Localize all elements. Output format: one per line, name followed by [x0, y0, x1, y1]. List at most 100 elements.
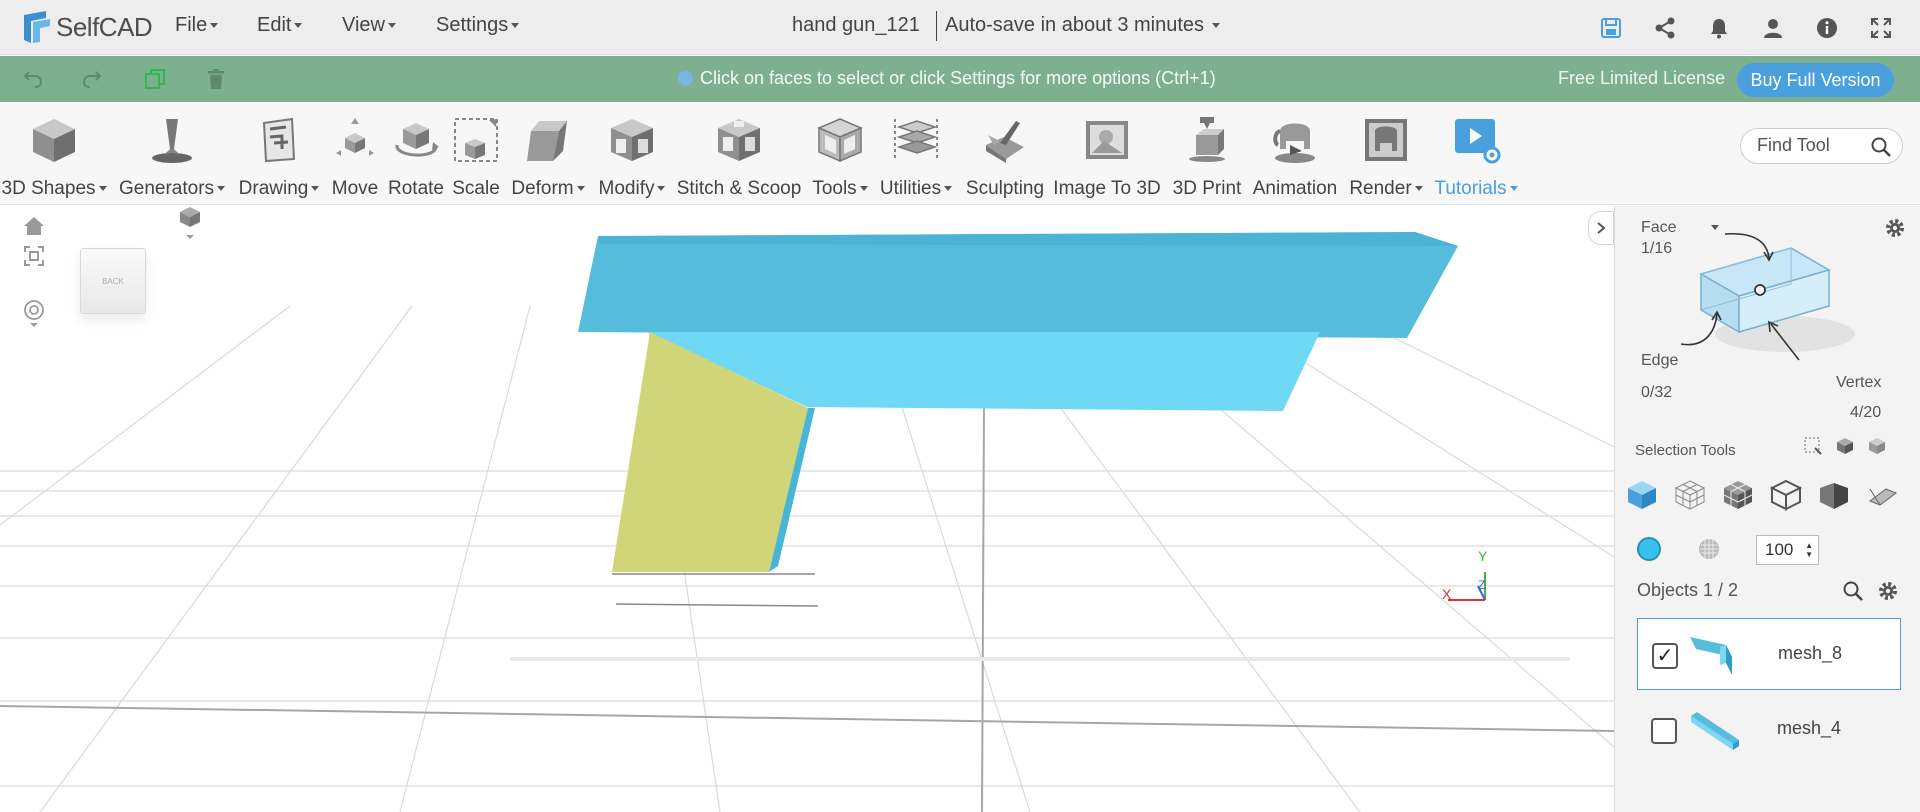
autosave-dropdown[interactable]: Auto-save in about 3 minutes: [945, 14, 1221, 37]
mesh-8-top-face[interactable]: [578, 232, 1458, 338]
panel-settings-gear-icon[interactable]: [1881, 214, 1909, 242]
tool-scale[interactable]: Scale: [448, 112, 504, 200]
tool-render[interactable]: Render: [1346, 112, 1426, 200]
chevron-down-icon: [311, 186, 320, 192]
notifications-bell-icon[interactable]: [1705, 14, 1733, 42]
settings-menu[interactable]: Settings: [436, 14, 520, 37]
object-row-mesh-8[interactable]: ✓ mesh_8: [1637, 618, 1901, 690]
object-row-mesh-4[interactable]: mesh_4: [1637, 694, 1901, 766]
chevron-down-icon: [576, 186, 585, 192]
tool-label-text: Utilities: [879, 178, 942, 199]
app-name: SelfCAD: [56, 11, 153, 42]
orbit-target-icon[interactable]: [20, 300, 48, 328]
object-visibility-checkbox[interactable]: [1651, 718, 1677, 744]
chevron-down-icon: [1414, 186, 1423, 192]
object-color-swatch[interactable]: [1637, 537, 1661, 561]
tool-3d-shapes[interactable]: 3D Shapes: [2, 112, 107, 200]
grid-select-icon[interactable]: [1721, 478, 1755, 512]
object-select-cube-icon[interactable]: [1625, 478, 1659, 512]
chevron-down-icon: [657, 186, 666, 192]
vertex-count: 4/20: [1850, 404, 1882, 421]
objects-settings-gear-icon[interactable]: [1877, 580, 1899, 602]
scene-canvas[interactable]: [0, 206, 1614, 812]
undo-icon[interactable]: [19, 65, 47, 93]
mesh-thumbnail: [1690, 637, 1732, 675]
file-menu-label: File: [175, 14, 208, 36]
delete-trash-icon[interactable]: [202, 65, 230, 93]
tool-move[interactable]: Move: [327, 112, 383, 200]
edge-loop-select-icon[interactable]: [1769, 478, 1803, 512]
save-icon[interactable]: [1597, 14, 1625, 42]
info-icon[interactable]: [1813, 14, 1841, 42]
search-objects-icon[interactable]: [1842, 580, 1864, 602]
find-tool-search[interactable]: [1740, 128, 1903, 164]
view-menu[interactable]: View: [342, 14, 396, 37]
face-select-icon[interactable]: [1817, 478, 1851, 512]
user-account-icon[interactable]: [1759, 14, 1787, 42]
collapse-panel-button[interactable]: [1588, 211, 1614, 245]
tool-tools[interactable]: Tools: [806, 112, 874, 200]
title-divider: [936, 11, 937, 41]
select-all-icon[interactable]: [1835, 436, 1857, 458]
license-label: Free Limited License: [1558, 68, 1726, 88]
axis-y-label: Y: [1478, 548, 1488, 564]
tool-utilities[interactable]: Utilities: [874, 112, 958, 200]
share-icon[interactable]: [1651, 14, 1679, 42]
tool-label: Sculpting: [965, 178, 1045, 199]
tool-modify[interactable]: Modify: [594, 112, 670, 200]
document-title[interactable]: hand gun_121: [792, 14, 920, 37]
grip-shadow-line-2: [615, 603, 819, 607]
chevron-down-icon: [388, 23, 396, 29]
redo-icon[interactable]: [78, 65, 106, 93]
deform-icon: [520, 112, 576, 168]
plane-select-icon[interactable]: [1865, 478, 1899, 512]
rotate-icon: [388, 112, 444, 168]
tool-stitch-scoop[interactable]: Stitch & Scoop: [676, 112, 802, 200]
file-menu[interactable]: File: [175, 14, 219, 37]
settings-menu-label: Settings: [436, 14, 509, 36]
chevron-down-icon: [944, 186, 953, 192]
tool-deform[interactable]: Deform: [506, 112, 590, 200]
tool-label: Utilities: [879, 178, 953, 200]
mesh-thumbnail: [1691, 712, 1739, 750]
tool-tutorials[interactable]: Tutorials: [1430, 112, 1522, 200]
search-icon[interactable]: [1870, 136, 1892, 158]
tool-label: 3D Shapes: [2, 178, 107, 200]
opacity-stepper[interactable]: 100 ▲ ▼: [1756, 535, 1819, 565]
wireframe-select-icon[interactable]: [1673, 478, 1707, 512]
find-tool-input[interactable]: [1757, 135, 1867, 156]
tool-label: Drawing: [239, 178, 320, 200]
tool-generators[interactable]: Generators: [116, 112, 228, 200]
selection-hint: Click on faces to select or click Settin…: [678, 68, 1216, 89]
tool-label-text: Tools: [812, 178, 857, 199]
3d-viewport[interactable]: Y X Z BACK: [0, 206, 1614, 812]
navigation-cube[interactable]: BACK: [80, 248, 146, 314]
texture-swatch-icon[interactable]: [1697, 537, 1721, 561]
tool-image-to-3d[interactable]: Image To 3D: [1050, 112, 1164, 200]
object-name: mesh_4: [1777, 718, 1842, 738]
object-visibility-checkbox[interactable]: ✓: [1652, 643, 1678, 669]
tool-rotate[interactable]: Rotate: [385, 112, 447, 200]
selfcad-logo[interactable]: SelfCAD: [20, 8, 153, 46]
invert-selection-icon[interactable]: [1867, 436, 1889, 458]
box-select-icon[interactable]: [1803, 436, 1825, 458]
chevron-down-icon: [511, 23, 520, 29]
tool-drawing[interactable]: Drawing: [236, 112, 322, 200]
focus-frame-icon[interactable]: [20, 242, 48, 270]
tool-label-text: Deform: [511, 178, 574, 199]
tool-sculpting[interactable]: Sculpting: [962, 112, 1048, 200]
stepper-arrows-icon[interactable]: ▲ ▼: [1805, 541, 1813, 559]
buy-full-version-button[interactable]: Buy Full Version: [1737, 63, 1894, 97]
modify-icon: [604, 112, 660, 168]
fullscreen-icon[interactable]: [1867, 14, 1895, 42]
chevron-down-icon: [98, 186, 107, 192]
camera-view-icon[interactable]: [176, 207, 204, 239]
drawing-icon: [251, 112, 307, 168]
selection-mode-diagram-icon[interactable]: [1675, 214, 1875, 384]
edit-menu[interactable]: Edit: [257, 14, 303, 37]
tool-3d-print[interactable]: 3D Print: [1168, 112, 1246, 200]
copy-icon[interactable]: [141, 65, 169, 93]
chevron-down-icon: [294, 23, 303, 29]
tool-animation[interactable]: Animation: [1248, 112, 1342, 200]
home-icon[interactable]: [20, 212, 48, 240]
